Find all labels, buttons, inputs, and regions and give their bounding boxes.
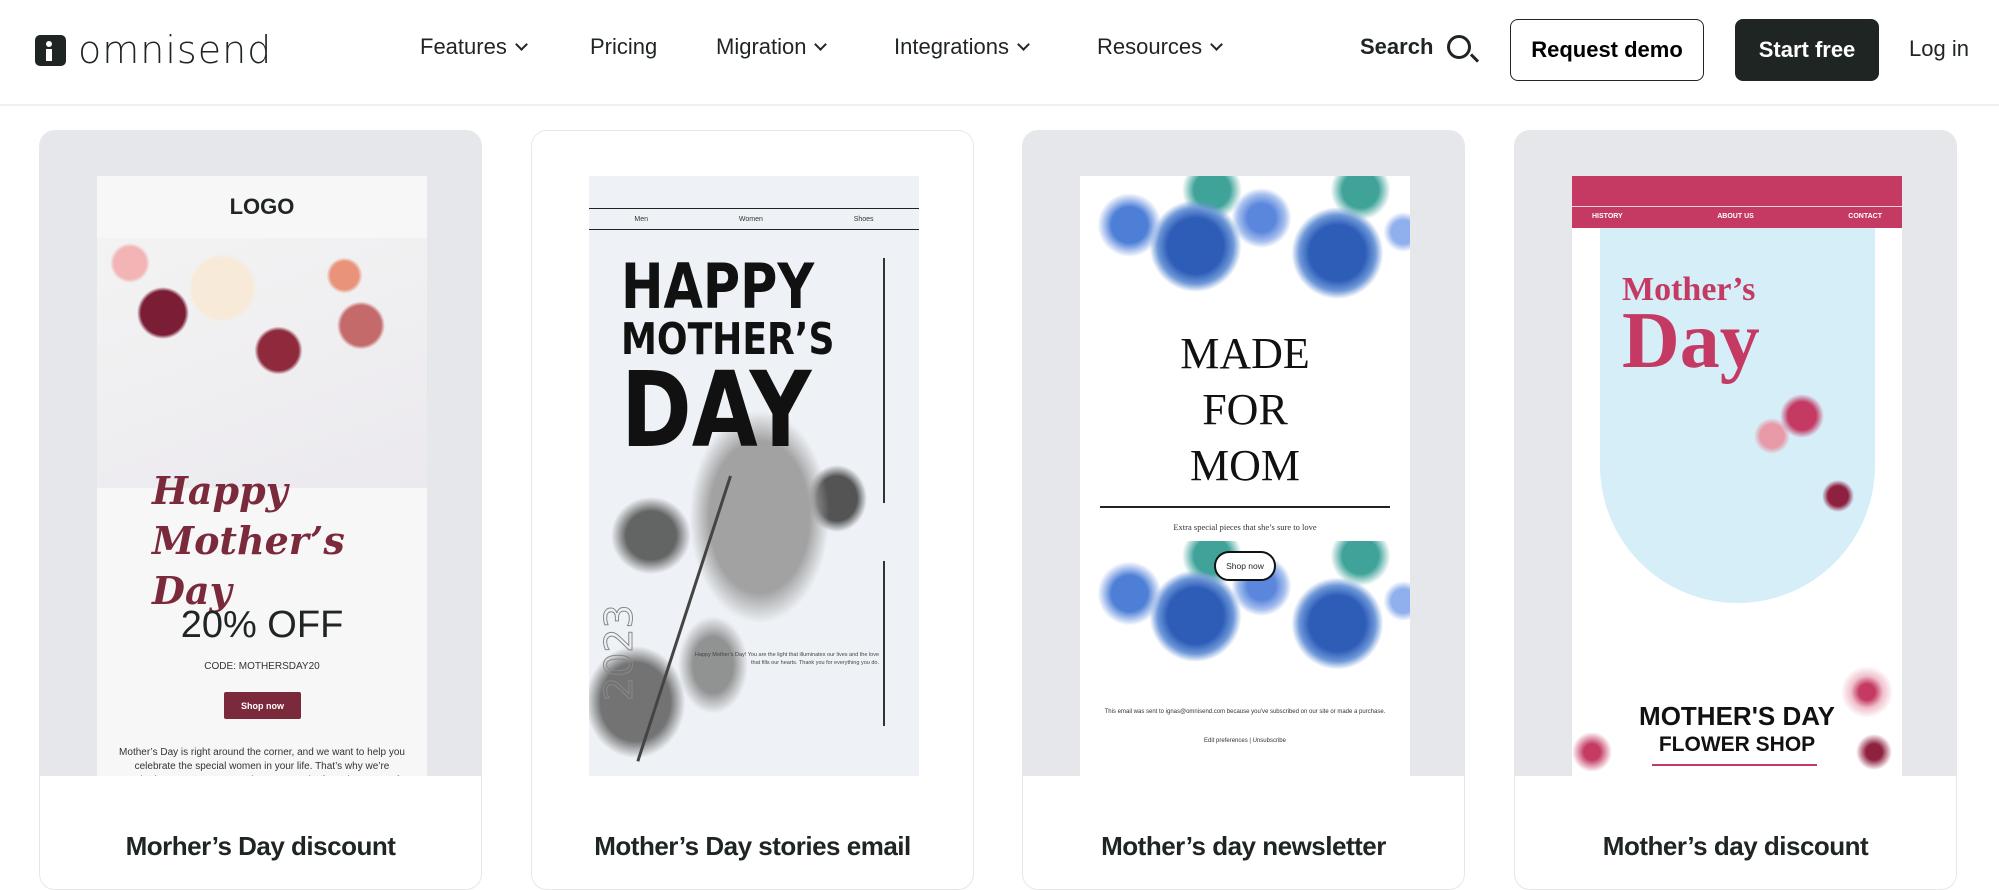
preview-offer: 20% OFF xyxy=(180,604,344,646)
preview-nav: Men Women Shoes xyxy=(589,208,919,230)
search-icon xyxy=(1447,35,1472,59)
card-title: Mother’s day discount xyxy=(1602,831,1869,861)
nav-resources[interactable]: Resources xyxy=(1097,34,1224,60)
preview-header-bar: HISTORY ABOUT US CONTACT xyxy=(1572,176,1902,228)
preview-headline: Mother’s Day xyxy=(1622,271,1760,385)
template-card[interactable]: MADE FOR MOM Extra special pieces that s… xyxy=(1022,130,1465,890)
headline-line: Day xyxy=(1622,297,1760,385)
preview-headline: Happy Mother’s Day xyxy=(152,468,345,613)
preview-code: CODE: MOTHERSDAY20 xyxy=(204,661,320,672)
template-card[interactable]: Men Women Shoes HAPPY MOTHER’S DAY 2023 … xyxy=(531,130,974,890)
chevron-down-icon xyxy=(1210,38,1224,51)
nav-features[interactable]: Features xyxy=(420,34,528,60)
headline-line: HAPPY xyxy=(621,250,815,323)
preview-links: Edit preferences | Unsubscribe xyxy=(1204,738,1286,744)
brand-name: omnisend xyxy=(78,28,273,72)
headline-line: DAY xyxy=(621,349,812,471)
nav-label: Resources xyxy=(1097,34,1203,59)
omnisend-logo[interactable]: omnisend xyxy=(35,28,272,72)
start-free-button[interactable]: Start free xyxy=(1735,19,1879,81)
request-demo-button[interactable]: Request demo xyxy=(1510,19,1704,81)
preview-shop-button: Shop now xyxy=(1214,551,1276,581)
watercolor-flowers-image xyxy=(1080,176,1410,316)
preview-subtitle: FLOWER SHOP xyxy=(1658,733,1816,756)
chevron-down-icon xyxy=(814,38,828,51)
preview-nav-item: Men xyxy=(634,215,649,223)
nav-pricing[interactable]: Pricing xyxy=(590,34,657,60)
search-label: Search xyxy=(1360,34,1434,59)
divider xyxy=(1100,506,1390,508)
nav-label: Integrations xyxy=(894,34,1009,59)
site-header: omnisend Features Pricing Migration Inte… xyxy=(0,0,1999,106)
preview-subtitle: Extra special pieces that she’s sure to … xyxy=(1173,522,1317,532)
headline-line: FOR xyxy=(1202,385,1288,434)
template-card[interactable]: LOGO Happy Mother’s Day 20% OFF CODE: MO… xyxy=(39,130,482,890)
card-title: Morher’s Day discount xyxy=(125,831,396,861)
email-preview: MADE FOR MOM Extra special pieces that s… xyxy=(1080,176,1410,776)
chevron-down-icon xyxy=(514,38,528,51)
preview-nav-item: Women xyxy=(738,215,763,223)
preview-title: MOTHER'S DAY xyxy=(1639,701,1835,731)
preview-shop-button: Shop now xyxy=(224,692,301,719)
preview-footer: This email was sent to ignas@omnisend.co… xyxy=(1104,709,1386,715)
login-link[interactable]: Log in xyxy=(1909,36,1969,62)
preview-nav-item: HISTORY xyxy=(1592,213,1623,220)
divider xyxy=(883,258,885,503)
template-card[interactable]: HISTORY ABOUT US CONTACT Mother’s Day MO… xyxy=(1514,130,1957,890)
email-preview: LOGO Happy Mother’s Day 20% OFF CODE: MO… xyxy=(97,176,427,776)
preview-year: 2023 xyxy=(597,604,642,702)
preview-headline: HAPPY MOTHER’S DAY xyxy=(621,250,835,471)
nav-migration[interactable]: Migration xyxy=(716,34,828,60)
preview-story: Happy Mother’s Day! You are the light th… xyxy=(694,652,879,666)
card-title: Mother’s Day stories email xyxy=(594,831,911,861)
flower-illustration xyxy=(1742,376,1862,576)
preview-headline: MADE FOR MOM xyxy=(1080,326,1410,494)
chevron-down-icon xyxy=(1017,38,1030,51)
card-title: Mother’s day newsletter xyxy=(1101,831,1386,861)
nav-label: Migration xyxy=(716,34,807,59)
preview-nav-item: Shoes xyxy=(853,215,874,223)
preview-nav: HISTORY ABOUT US CONTACT xyxy=(1572,206,1902,226)
nav-integrations[interactable]: Integrations xyxy=(894,34,1030,60)
email-preview: Men Women Shoes HAPPY MOTHER’S DAY 2023 … xyxy=(589,176,919,776)
search-button[interactable]: Search xyxy=(1360,34,1472,60)
omnisend-logo-icon xyxy=(35,34,66,66)
headline-line: MADE xyxy=(1180,329,1310,378)
nav-label: Pricing xyxy=(590,34,658,59)
preview-nav-item: CONTACT xyxy=(1848,213,1882,220)
preview-logo: LOGO xyxy=(229,194,295,219)
divider xyxy=(883,561,885,726)
nav-label: Features xyxy=(420,34,507,59)
email-preview: HISTORY ABOUT US CONTACT Mother’s Day MO… xyxy=(1572,176,1902,776)
headline-line: MOM xyxy=(1189,441,1301,490)
preview-body: Mother’s Day is right around the corner,… xyxy=(119,747,405,776)
divider xyxy=(1652,764,1817,766)
flowers-image xyxy=(97,238,427,488)
preview-nav-item: ABOUT US xyxy=(1717,213,1754,220)
